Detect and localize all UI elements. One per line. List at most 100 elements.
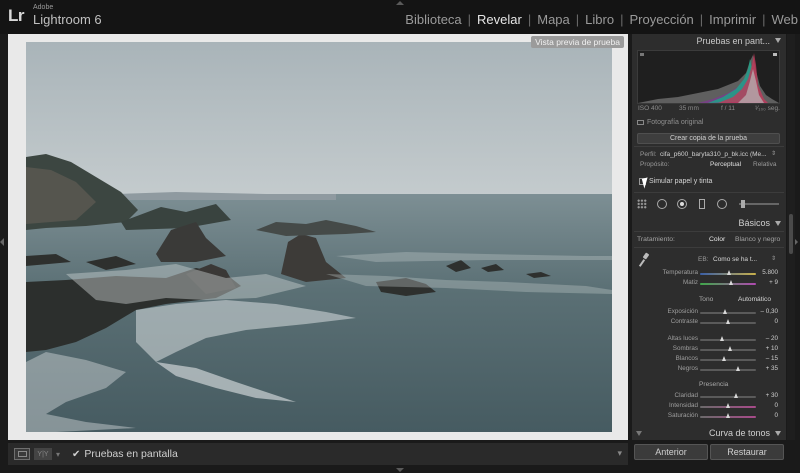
softproof-panel-header[interactable]: Pruebas en pant... [632, 34, 786, 48]
slider-value[interactable]: – 15 [766, 355, 778, 362]
treatment-color[interactable]: Color [709, 236, 725, 243]
left-panel-toggle-icon[interactable] [0, 238, 4, 246]
module-imprimir[interactable]: Imprimir [709, 12, 756, 27]
slider-track[interactable] [700, 309, 756, 314]
slider-track[interactable] [700, 336, 756, 341]
slider-track[interactable] [700, 319, 756, 324]
collapse-icon[interactable] [775, 38, 781, 43]
crop-tool-icon[interactable] [656, 198, 668, 210]
wb-select[interactable]: Como se ha t... [713, 256, 757, 263]
intent-label: Propósito: [640, 161, 670, 168]
intent-perceptual[interactable]: Perceptual [710, 161, 741, 168]
slider-label: Negros [677, 365, 698, 372]
module-separator: | [467, 12, 472, 27]
profile-dropdown-icon[interactable]: ⇕ [771, 150, 776, 157]
toolbar-menu-icon[interactable]: ▾ [617, 448, 622, 459]
original-photo-toggle[interactable]: Fotografía original [637, 119, 703, 126]
slider-knob[interactable] [725, 403, 730, 408]
slider-value[interactable]: + 30 [766, 392, 778, 399]
softproof-label[interactable]: Pruebas en pantalla [84, 448, 177, 460]
slider-value[interactable]: 0 [774, 318, 778, 325]
slider-knob[interactable] [722, 309, 727, 314]
slider-exposicion[interactable]: Exposición – 0,30 [636, 308, 782, 317]
slider-value[interactable]: 0 [774, 402, 778, 409]
slider-temperatura[interactable]: Temperatura 5.800 [636, 269, 782, 278]
module-biblioteca[interactable]: Biblioteca [405, 12, 461, 27]
slider-knob[interactable] [719, 336, 724, 341]
filmstrip-toggle-icon[interactable] [396, 468, 404, 472]
profile-select[interactable]: cifa_p600_baryta310_p_bk.icc (Me... [660, 151, 767, 158]
slider-sombras[interactable]: Sombras + 10 [636, 345, 782, 354]
radial-filter-icon[interactable] [716, 198, 728, 210]
tone-auto-button[interactable]: Automático [738, 296, 771, 303]
slider-knob[interactable] [726, 270, 731, 275]
slider-track[interactable] [700, 413, 756, 418]
spot-removal-icon[interactable] [676, 198, 688, 210]
slider-track[interactable] [700, 366, 756, 371]
grid-overlay-icon[interactable] [636, 198, 648, 210]
panel-expand-icon[interactable] [636, 431, 642, 436]
slider-knob[interactable] [728, 346, 733, 351]
intent-relative[interactable]: Relativa [753, 161, 776, 168]
histogram[interactable] [637, 50, 780, 104]
slider-saturacion[interactable]: Saturación 0 [636, 412, 782, 421]
slider-knob[interactable] [728, 280, 733, 285]
slider-value[interactable]: + 35 [766, 365, 778, 372]
slider-negros[interactable]: Negros + 35 [636, 365, 782, 374]
wb-eyedropper-icon[interactable] [641, 253, 651, 267]
loupe-view-icon[interactable] [14, 448, 30, 460]
slider-value[interactable]: – 0,30 [760, 308, 778, 315]
slider-label: Altas luces [667, 335, 698, 342]
slider-track[interactable] [700, 356, 756, 361]
module-revelar[interactable]: Revelar [477, 12, 522, 27]
slider-knob[interactable] [721, 356, 726, 361]
slider-value[interactable]: – 20 [766, 335, 778, 342]
slider-knob[interactable] [725, 319, 730, 324]
adjustment-brush-icon[interactable] [736, 198, 782, 210]
slider-value[interactable]: + 10 [766, 345, 778, 352]
slider-track[interactable] [700, 393, 756, 398]
collapse-icon[interactable] [775, 221, 781, 226]
slider-track[interactable] [700, 270, 756, 275]
module-mapa[interactable]: Mapa [537, 12, 570, 27]
simulate-paper-ink[interactable]: Simular papel y tinta [639, 178, 712, 185]
softproof-panel-title: Pruebas en pant... [696, 36, 770, 46]
slider-value[interactable]: 0 [774, 412, 778, 419]
module-web[interactable]: Web [772, 12, 799, 27]
top-panel-toggle-icon[interactable] [396, 1, 404, 5]
treatment-bw[interactable]: Blanco y negro [735, 236, 780, 243]
softproof-checkbox[interactable]: ✔ [72, 449, 80, 460]
module-libro[interactable]: Libro [585, 12, 614, 27]
slider-track[interactable] [700, 346, 756, 351]
scroll-thumb[interactable] [789, 214, 793, 254]
slider-claridad[interactable]: Claridad + 30 [636, 392, 782, 401]
tone-curve-panel-header[interactable]: Curva de tonos [632, 426, 786, 440]
slider-intensidad[interactable]: Intensidad 0 [636, 402, 782, 411]
collapse-icon[interactable] [775, 431, 781, 436]
before-after-icon[interactable]: Y|Y [34, 448, 52, 460]
chevron-down-icon[interactable]: ▾ [56, 450, 64, 459]
slider-knob[interactable] [735, 366, 740, 371]
graduated-filter-icon[interactable] [696, 198, 708, 210]
slider-track[interactable] [700, 403, 756, 408]
module-proyeccion[interactable]: Proyección [629, 12, 693, 27]
reset-button[interactable]: Restaurar [710, 444, 784, 460]
slider-knob[interactable] [733, 393, 738, 398]
slider-track[interactable] [700, 280, 756, 285]
slider-blancos[interactable]: Blancos – 15 [636, 355, 782, 364]
basic-panel-header[interactable]: Básicos [632, 216, 786, 230]
module-separator: | [575, 12, 580, 27]
slider-knob[interactable] [725, 413, 730, 418]
original-photo-icon[interactable] [637, 120, 644, 125]
slider-value[interactable]: + 9 [769, 279, 778, 286]
previous-button[interactable]: Anterior [634, 444, 708, 460]
photo-coastline[interactable] [26, 42, 612, 432]
app-title: Lightroom 6 [33, 12, 102, 27]
slider-matiz[interactable]: Matiz + 9 [636, 279, 782, 288]
create-proof-copy-button[interactable]: Crear copia de la prueba [637, 133, 780, 144]
slider-value[interactable]: 5.800 [762, 269, 778, 276]
wb-dropdown-icon[interactable]: ⇕ [771, 255, 776, 262]
slider-altas-luces[interactable]: Altas luces – 20 [636, 335, 782, 344]
panel-scrollbar[interactable] [787, 34, 795, 440]
slider-contraste[interactable]: Contraste 0 [636, 318, 782, 327]
